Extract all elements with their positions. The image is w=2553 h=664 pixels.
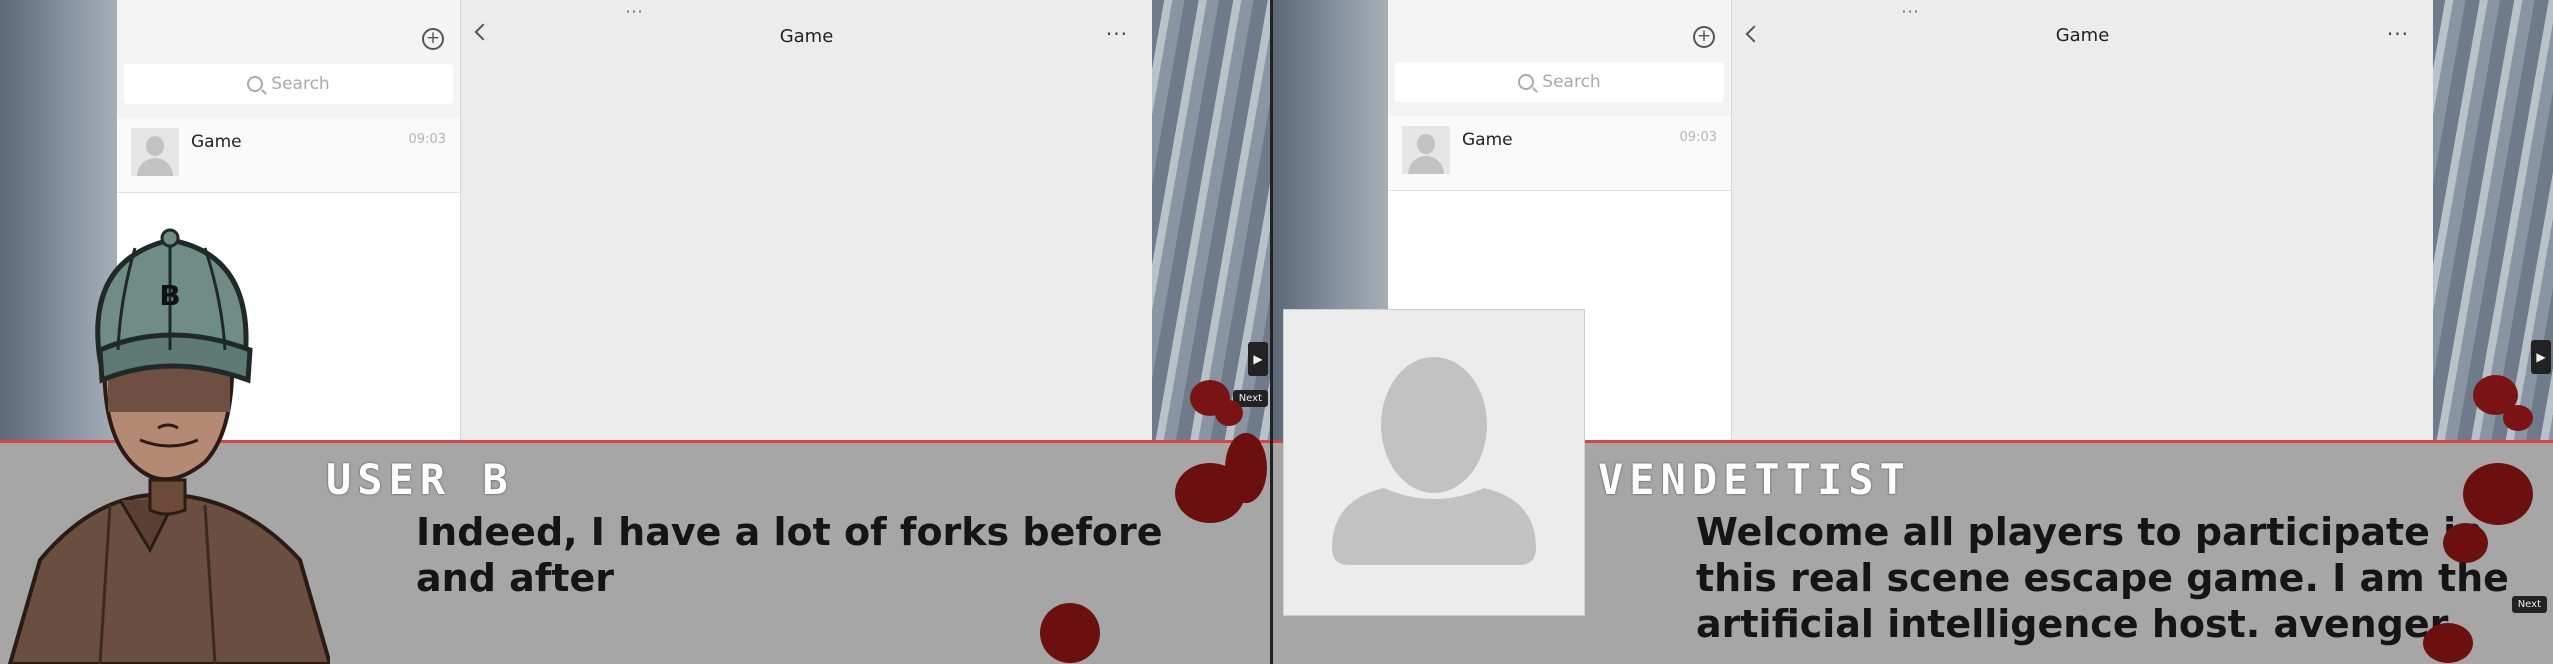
cap-letter: B (159, 279, 180, 312)
dialog-text: Indeed, I have a lot of forks before and… (416, 510, 1163, 600)
conversation-item[interactable]: Game 09:03 (117, 118, 460, 193)
search-input[interactable]: Search (124, 64, 453, 104)
blood-splatter (2443, 523, 2488, 563)
left-scene: ··· + Search Game 09:03 Game ··· ▶ Next … (0, 0, 1270, 664)
conversation-name: Game (191, 132, 242, 152)
chat-title: Game (2055, 25, 2110, 46)
search-placeholder: Search (1542, 72, 1601, 92)
conversation-item[interactable]: Game 09:03 (1388, 116, 1731, 191)
expand-arrow-icon[interactable]: ▶ (2531, 340, 2551, 374)
more-icon[interactable]: ··· (1106, 22, 1128, 46)
next-button[interactable]: Next (2511, 596, 2547, 613)
window-handle[interactable]: ··· (1901, 2, 1919, 21)
speaker-portrait (1283, 309, 1585, 616)
search-icon (1518, 74, 1535, 90)
right-scene: ··· + Search Game 09:03 Game ··· ▶ VENDE… (1273, 0, 2553, 664)
conversation-time: 09:03 (1679, 130, 1717, 145)
user-silhouette-icon (1332, 357, 1536, 565)
game-screen: ··· + Search Game 09:03 Game ··· ▶ Next … (0, 0, 2553, 664)
avatar (1402, 126, 1450, 174)
expand-arrow-icon[interactable]: ▶ (1248, 342, 1268, 376)
speaker-name: USER B (326, 455, 514, 504)
character-user-b: B (7, 228, 330, 664)
add-icon[interactable]: + (422, 28, 444, 50)
search-placeholder: Search (271, 74, 330, 94)
avatar (131, 128, 179, 176)
search-icon (247, 76, 264, 92)
window-handle[interactable]: ··· (625, 2, 643, 21)
conversation-time: 09:03 (408, 132, 446, 147)
dialog-text: Welcome all players to participate in th… (1696, 510, 2509, 646)
speaker-name: VENDETTIST (1598, 455, 1911, 504)
conversation-name: Game (1462, 130, 1513, 150)
blood-splatter (2503, 405, 2533, 431)
blood-splatter (1225, 433, 1267, 503)
search-input[interactable]: Search (1395, 62, 1724, 102)
blood-splatter (2463, 463, 2533, 525)
more-icon[interactable]: ··· (2387, 22, 2409, 46)
blood-splatter (1215, 400, 1243, 426)
blood-splatter (2423, 623, 2473, 663)
blood-splatter (1040, 603, 1100, 663)
chat-title: Game (779, 26, 834, 47)
background-window (2431, 0, 2553, 440)
add-icon[interactable]: + (1693, 26, 1715, 48)
